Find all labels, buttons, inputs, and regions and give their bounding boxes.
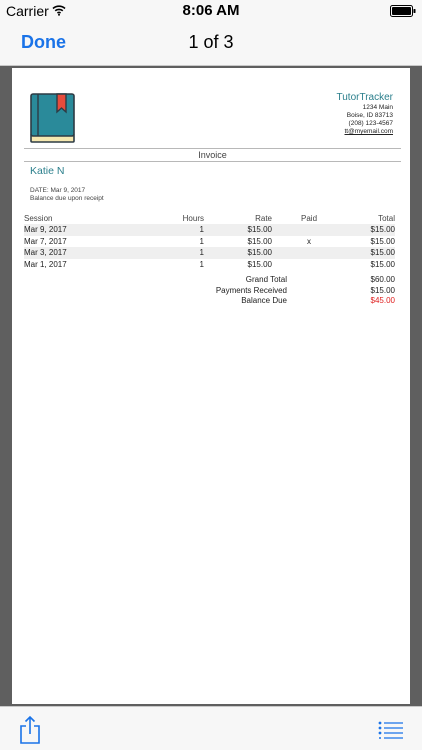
invoice-terms: Balance due upon receipt — [30, 195, 104, 202]
session-rate: $15.00 — [247, 236, 272, 246]
session-date: Mar 7, 2017 — [24, 236, 67, 246]
company-address-line-2: Boise, ID 83713 — [346, 112, 393, 119]
session-total: $15.00 — [370, 236, 395, 246]
column-header-session: Session — [24, 214, 53, 223]
client-name: Katie N — [30, 165, 65, 177]
column-header-paid: Paid — [301, 214, 318, 223]
session-rate: $15.00 — [247, 259, 272, 269]
grand-total-label: Grand Total — [245, 275, 287, 284]
table-row: Mar 9, 2017 1 $15.00 $15.00 — [24, 224, 395, 236]
invoice-date: DATE: Mar 9, 2017 — [30, 187, 86, 194]
session-rate: $15.00 — [247, 248, 272, 257]
company-email-link[interactable]: tt@myemail.com — [337, 128, 394, 136]
session-date: Mar 1, 2017 — [24, 259, 67, 269]
session-total: $15.00 — [370, 259, 395, 269]
grand-total-row: Grand Total $60.00 — [162, 275, 395, 286]
session-rate: $15.00 — [247, 225, 272, 234]
list-icon[interactable] — [378, 721, 404, 739]
session-total: $15.00 — [370, 248, 395, 257]
invoice-heading: Invoice — [24, 148, 401, 162]
status-time: 8:06 AM — [182, 2, 240, 19]
column-header-hours: Hours — [182, 214, 204, 223]
session-hours: 1 — [199, 225, 204, 234]
payments-received-label: Payments Received — [215, 285, 287, 295]
session-hours: 1 — [199, 248, 204, 257]
table-row: Mar 7, 2017 1 $15.00 x $15.00 — [24, 236, 395, 248]
table-row: Mar 3, 2017 1 $15.00 $15.00 — [24, 247, 395, 259]
company-phone: (208) 123-4567 — [348, 120, 393, 127]
payments-received-value: $15.00 — [370, 285, 395, 295]
book-icon — [30, 93, 75, 143]
table-header: Session Hours Rate Paid Total — [24, 214, 395, 224]
payments-received-row: Payments Received $15.00 — [162, 286, 395, 297]
invoice-totals: Grand Total $60.00 Payments Received $15… — [162, 275, 395, 307]
balance-due-value: $45.00 — [370, 296, 395, 305]
document-preview[interactable]: TutorTracker 1234 Main Boise, ID 83713 (… — [0, 66, 422, 706]
company-info: TutorTracker 1234 Main Boise, ID 83713 (… — [337, 92, 394, 136]
company-address-line-1: 1234 Main — [362, 104, 393, 111]
balance-due-row: Balance Due $45.00 — [162, 296, 395, 307]
page-indicator: 1 of 3 — [188, 32, 234, 52]
battery-icon — [390, 5, 416, 17]
company-name: TutorTracker — [336, 92, 394, 103]
session-hours: 1 — [199, 236, 204, 246]
status-bar: Carrier 8:06 AM — [0, 0, 422, 22]
sessions-table: Session Hours Rate Paid Total Mar 9, 201… — [24, 214, 395, 270]
navigation-bar: Done 1 of 3 — [0, 22, 422, 66]
table-row: Mar 1, 2017 1 $15.00 $15.00 — [24, 259, 395, 271]
column-header-rate: Rate — [255, 214, 272, 223]
balance-due-label: Balance Due — [241, 296, 287, 305]
grand-total-value: $60.00 — [370, 275, 395, 284]
bottom-toolbar — [0, 706, 422, 750]
session-hours: 1 — [199, 259, 204, 269]
column-header-total: Total — [378, 214, 395, 223]
session-paid: x — [307, 236, 311, 246]
invoice-page: TutorTracker 1234 Main Boise, ID 83713 (… — [12, 68, 410, 704]
session-date: Mar 9, 2017 — [24, 225, 67, 234]
session-total: $15.00 — [370, 225, 395, 234]
session-date: Mar 3, 2017 — [24, 248, 67, 257]
share-icon[interactable] — [18, 715, 42, 745]
